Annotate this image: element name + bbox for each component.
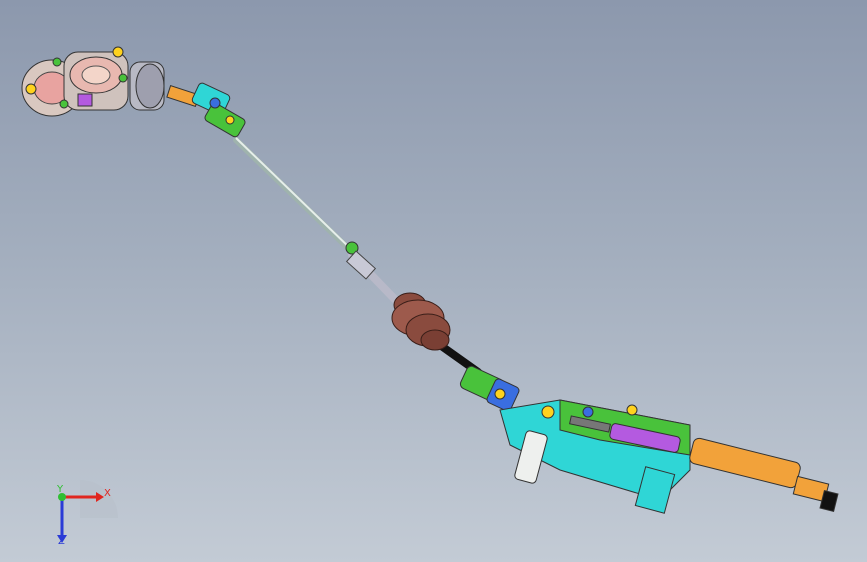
steering-gear-housing <box>21 46 165 117</box>
intermediate-shaft <box>233 137 355 255</box>
steering-column-assembly-model[interactable] <box>0 0 867 562</box>
cad-viewport[interactable]: X Y Z <box>0 0 867 562</box>
z-axis-label: Z <box>58 536 65 547</box>
steering-column-body <box>499 399 691 514</box>
y-axis-label: Y <box>57 484 64 495</box>
upper-steering-shaft <box>689 437 839 513</box>
slip-joint <box>345 241 377 280</box>
lower-universal-joint <box>459 365 520 412</box>
rubber-boot <box>391 292 451 351</box>
intermediate-shaft-highlight <box>235 137 353 251</box>
x-axis-label: X <box>104 488 111 499</box>
upper-universal-joint <box>166 82 246 138</box>
